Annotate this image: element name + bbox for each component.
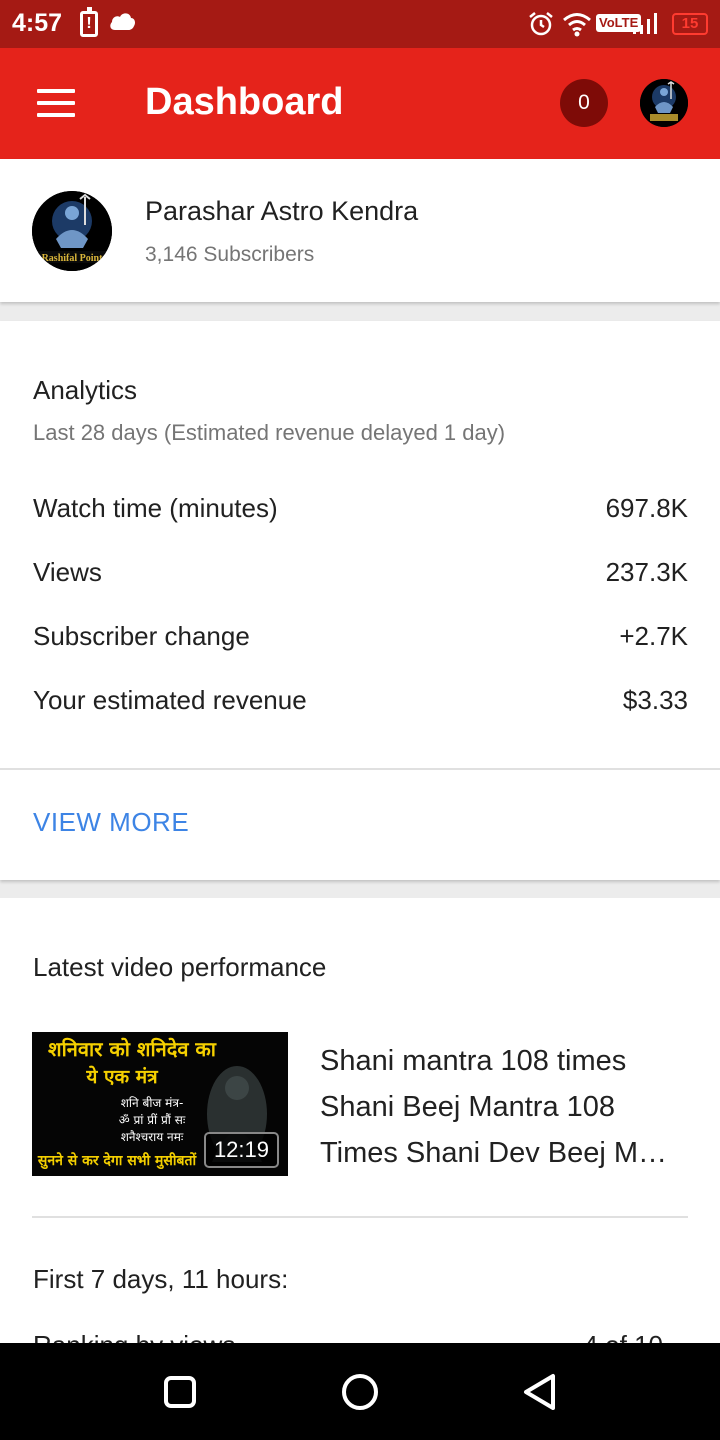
- channel-card[interactable]: Rashifal Point Parashar Astro Kendra 3,1…: [0, 159, 720, 302]
- metric-value: +2.7K: [619, 621, 688, 651]
- metric-label: Views: [33, 557, 102, 587]
- shiva-avatar-icon: Rashifal Point: [32, 191, 112, 271]
- back-icon[interactable]: [522, 1372, 558, 1412]
- divider: [32, 1216, 688, 1218]
- status-time: 4:57: [12, 9, 63, 37]
- status-bar: 4:57 ! VoLTE 15: [0, 0, 720, 48]
- metric-value: 237.3K: [605, 557, 688, 587]
- wifi-icon: [563, 13, 591, 37]
- analytics-card: Analytics Last 28 days (Estimated revenu…: [0, 321, 720, 880]
- recent-apps-icon[interactable]: [164, 1376, 196, 1408]
- metric-row-watch-time[interactable]: Watch time (minutes) 697.8K: [33, 493, 688, 533]
- metric-label: Subscriber change: [33, 621, 250, 651]
- battery-alert-glyph: !: [86, 15, 92, 32]
- battery-alert-icon: !: [80, 7, 98, 37]
- subscriber-count: 3,146 Subscribers: [145, 243, 315, 266]
- thumb-line6: सुनने से कर देगा सभी मुसीबतों: [37, 1152, 198, 1170]
- thumb-line4: ॐ प्रां प्रीं प्रौं सः: [119, 1113, 186, 1127]
- performance-period: First 7 days, 11 hours:: [33, 1264, 289, 1294]
- latest-video-title: Latest video performance: [33, 952, 327, 982]
- metric-label: Watch time (minutes): [33, 493, 278, 523]
- metric-row-subscriber-change[interactable]: Subscriber change +2.7K: [33, 621, 688, 661]
- page-title: Dashboard: [145, 81, 344, 123]
- video-thumbnail[interactable]: शनिवार को शनिदेव का ये एक मंत्र शनि बीज …: [32, 1032, 288, 1176]
- latest-video-card: Latest video performance शनिवार को शनिदे…: [0, 898, 720, 1350]
- system-nav-bar: [0, 1343, 720, 1440]
- channel-name: Parashar Astro Kendra: [145, 196, 419, 226]
- home-icon[interactable]: [342, 1374, 378, 1410]
- app-bar: Dashboard 0: [0, 48, 720, 159]
- alarm-icon: [529, 12, 553, 36]
- notification-badge[interactable]: 0: [560, 79, 608, 127]
- analytics-title: Analytics: [33, 375, 138, 405]
- thumb-line1: शनिवार को शनिदेव का: [48, 1037, 217, 1061]
- video-title[interactable]: Shani mantra 108 times Shani Beej Mantra…: [320, 1038, 690, 1176]
- channel-avatar[interactable]: Rashifal Point: [32, 191, 112, 271]
- metric-value: 697.8K: [605, 493, 688, 523]
- avatar-label: Rashifal Point: [42, 253, 104, 264]
- menu-icon[interactable]: [37, 89, 75, 117]
- shiva-avatar-icon: [640, 79, 688, 127]
- metric-value: $3.33: [622, 685, 688, 715]
- divider: [0, 768, 720, 770]
- signal-icon: [633, 13, 657, 34]
- analytics-subtitle: Last 28 days (Estimated revenue delayed …: [33, 420, 506, 445]
- battery-icon: 15: [672, 13, 708, 35]
- thumb-line2: ये एक मंत्र: [85, 1065, 159, 1088]
- metric-row-revenue[interactable]: Your estimated revenue $3.33: [33, 685, 688, 725]
- metric-row-views[interactable]: Views 237.3K: [33, 557, 688, 597]
- thumb-line5: शनैश्चराय नमः: [121, 1130, 184, 1144]
- account-avatar[interactable]: [640, 79, 688, 127]
- thumb-line3: शनि बीज मंत्र-: [121, 1096, 184, 1110]
- cloud-icon: [110, 13, 135, 30]
- view-more-button[interactable]: VIEW MORE: [33, 807, 189, 838]
- metric-label: Your estimated revenue: [33, 685, 307, 715]
- video-duration: 12:19: [203, 1132, 279, 1168]
